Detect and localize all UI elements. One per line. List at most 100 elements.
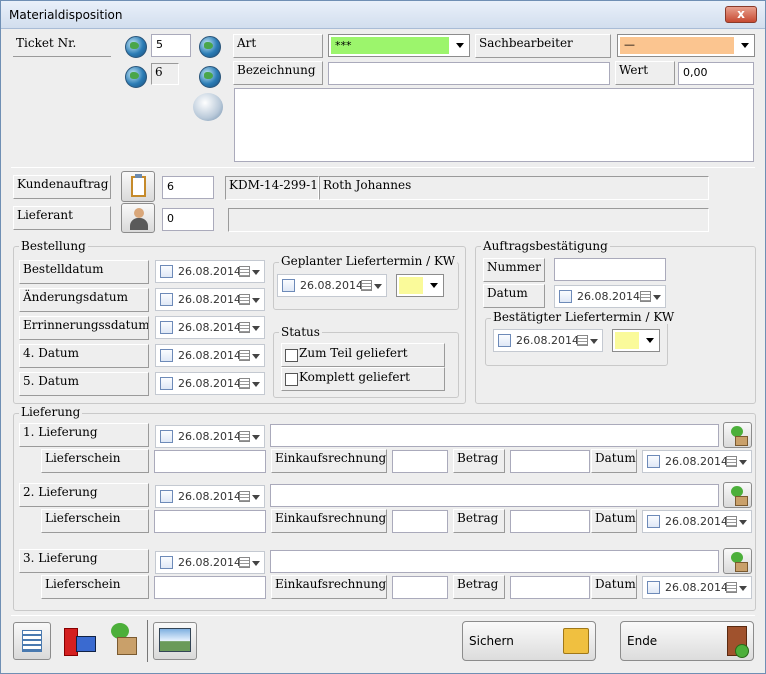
chevron-down-icon[interactable] [739, 586, 747, 591]
lieferung-note-input[interactable] [270, 484, 719, 507]
photo-icon[interactable] [153, 622, 197, 660]
erinnerungsdatum-picker[interactable]: 26.08.2014 [155, 316, 265, 339]
lieferung-datum-picker[interactable]: 26.08.2014 [642, 450, 752, 473]
list-icon[interactable] [13, 622, 51, 660]
date-checkbox[interactable] [160, 321, 173, 334]
chevron-down-icon[interactable] [252, 561, 260, 566]
auftrag-datum-picker[interactable]: 26.08.2014 [554, 285, 666, 308]
kundenauftrag-input[interactable]: 6 [162, 176, 214, 199]
sachbearbeiter-select[interactable]: — [617, 34, 755, 57]
globe-next-icon[interactable] [199, 36, 221, 58]
date-checkbox[interactable] [559, 290, 572, 303]
close-button[interactable]: x [725, 6, 757, 23]
lieferschein-input[interactable] [154, 510, 266, 533]
date-checkbox[interactable] [282, 279, 295, 292]
chevron-down-icon[interactable] [252, 326, 260, 331]
description-textarea[interactable] [234, 88, 754, 162]
date-checkbox[interactable] [160, 556, 173, 569]
status-teil-row[interactable]: Zum Teil geliefert [281, 343, 445, 367]
bestaetigt-title: Bestätigter Liefertermin / KW [491, 310, 677, 324]
aenderungsdatum-picker[interactable]: 26.08.2014 [155, 288, 265, 311]
betrag-input[interactable] [510, 576, 590, 599]
calendar-icon [239, 350, 250, 361]
transfer-icon[interactable] [103, 619, 141, 659]
status-teil-checkbox[interactable] [285, 349, 298, 362]
geplant-date-picker[interactable]: 26.08.2014 [277, 274, 387, 297]
lieferung-date-picker[interactable]: 26.08.2014 [155, 551, 265, 574]
date-checkbox[interactable] [647, 455, 660, 468]
art-select[interactable]: *** [328, 34, 470, 57]
chevron-down-icon[interactable] [590, 339, 598, 344]
status-komplett-row[interactable]: Komplett geliefert [281, 367, 445, 391]
chevron-down-icon[interactable] [374, 284, 382, 289]
lieferung-note-input[interactable] [270, 550, 719, 573]
lieferschein-input[interactable] [154, 576, 266, 599]
einkaufsrechnung-input[interactable] [392, 450, 448, 473]
globe-doc-icon[interactable] [199, 66, 221, 88]
chevron-down-icon[interactable] [452, 35, 469, 56]
globe-copy-icon[interactable] [125, 66, 147, 88]
chevron-down-icon[interactable] [739, 460, 747, 465]
date-value: 26.08.2014 [577, 290, 640, 303]
lieferung-date-picker[interactable]: 26.08.2014 [155, 485, 265, 508]
lieferschein-label: Lieferschein [41, 575, 149, 599]
bestelldatum-picker[interactable]: 26.08.2014 [155, 260, 265, 283]
lieferung-note-input[interactable] [270, 424, 719, 447]
chevron-down-icon[interactable] [737, 35, 754, 56]
clipboard-icon[interactable] [121, 171, 155, 202]
chevron-down-icon[interactable] [642, 330, 659, 351]
date-checkbox[interactable] [160, 490, 173, 503]
lieferschein-input[interactable] [154, 450, 266, 473]
chevron-down-icon[interactable] [653, 295, 661, 300]
datum4-picker[interactable]: 26.08.2014 [155, 344, 265, 367]
chevron-down-icon[interactable] [739, 520, 747, 525]
einkaufsrechnung-input[interactable] [392, 576, 448, 599]
ticket-number-field[interactable]: 5 [151, 34, 191, 57]
globe-icon[interactable] [125, 36, 147, 58]
datum5-picker[interactable]: 26.08.2014 [155, 372, 265, 395]
date-checkbox[interactable] [160, 293, 173, 306]
chevron-down-icon[interactable] [252, 495, 260, 500]
date-checkbox[interactable] [647, 581, 660, 594]
chevron-down-icon[interactable] [252, 382, 260, 387]
status-komplett-checkbox[interactable] [285, 373, 298, 386]
date-checkbox[interactable] [498, 334, 511, 347]
lieferung-datum-picker[interactable]: 26.08.2014 [642, 576, 752, 599]
folder-icon[interactable] [61, 622, 97, 658]
geplant-kw-select[interactable] [396, 274, 444, 297]
calendar-icon [239, 431, 250, 442]
date-checkbox[interactable] [160, 265, 173, 278]
bezeichnung-input[interactable] [328, 62, 610, 85]
chevron-down-icon[interactable] [252, 270, 260, 275]
transfer-icon[interactable] [723, 422, 752, 448]
date-checkbox[interactable] [160, 430, 173, 443]
chevron-down-icon[interactable] [252, 298, 260, 303]
date-value: 26.08.2014 [178, 321, 241, 334]
lieferung-datum-picker[interactable]: 26.08.2014 [642, 510, 752, 533]
transfer-icon[interactable] [723, 482, 752, 508]
bestaetigt-kw-select[interactable] [612, 329, 660, 352]
refresh-icon[interactable] [193, 93, 223, 121]
date-checkbox[interactable] [160, 349, 173, 362]
lieferant-input[interactable]: 0 [162, 208, 214, 231]
art-label: Art [233, 34, 323, 58]
nummer-input[interactable] [554, 258, 666, 281]
chevron-down-icon[interactable] [252, 435, 260, 440]
einkaufsrechnung-input[interactable] [392, 510, 448, 533]
date-checkbox[interactable] [647, 515, 660, 528]
lieferung-label: 2. Lieferung [19, 483, 149, 507]
date-checkbox[interactable] [160, 377, 173, 390]
wert-input[interactable]: 0,00 [678, 62, 754, 85]
chevron-down-icon[interactable] [426, 275, 443, 296]
bestaetigt-date-picker[interactable]: 26.08.2014 [493, 329, 603, 352]
chevron-down-icon[interactable] [252, 354, 260, 359]
person-icon[interactable] [121, 203, 155, 233]
betrag-input[interactable] [510, 450, 590, 473]
date-value: 26.08.2014 [665, 455, 728, 468]
ende-button[interactable]: Ende [620, 621, 754, 661]
wert-label: Wert [615, 61, 675, 85]
sichern-button[interactable]: Sichern [462, 621, 596, 661]
transfer-icon[interactable] [723, 548, 752, 574]
betrag-input[interactable] [510, 510, 590, 533]
lieferung-date-picker[interactable]: 26.08.2014 [155, 425, 265, 448]
